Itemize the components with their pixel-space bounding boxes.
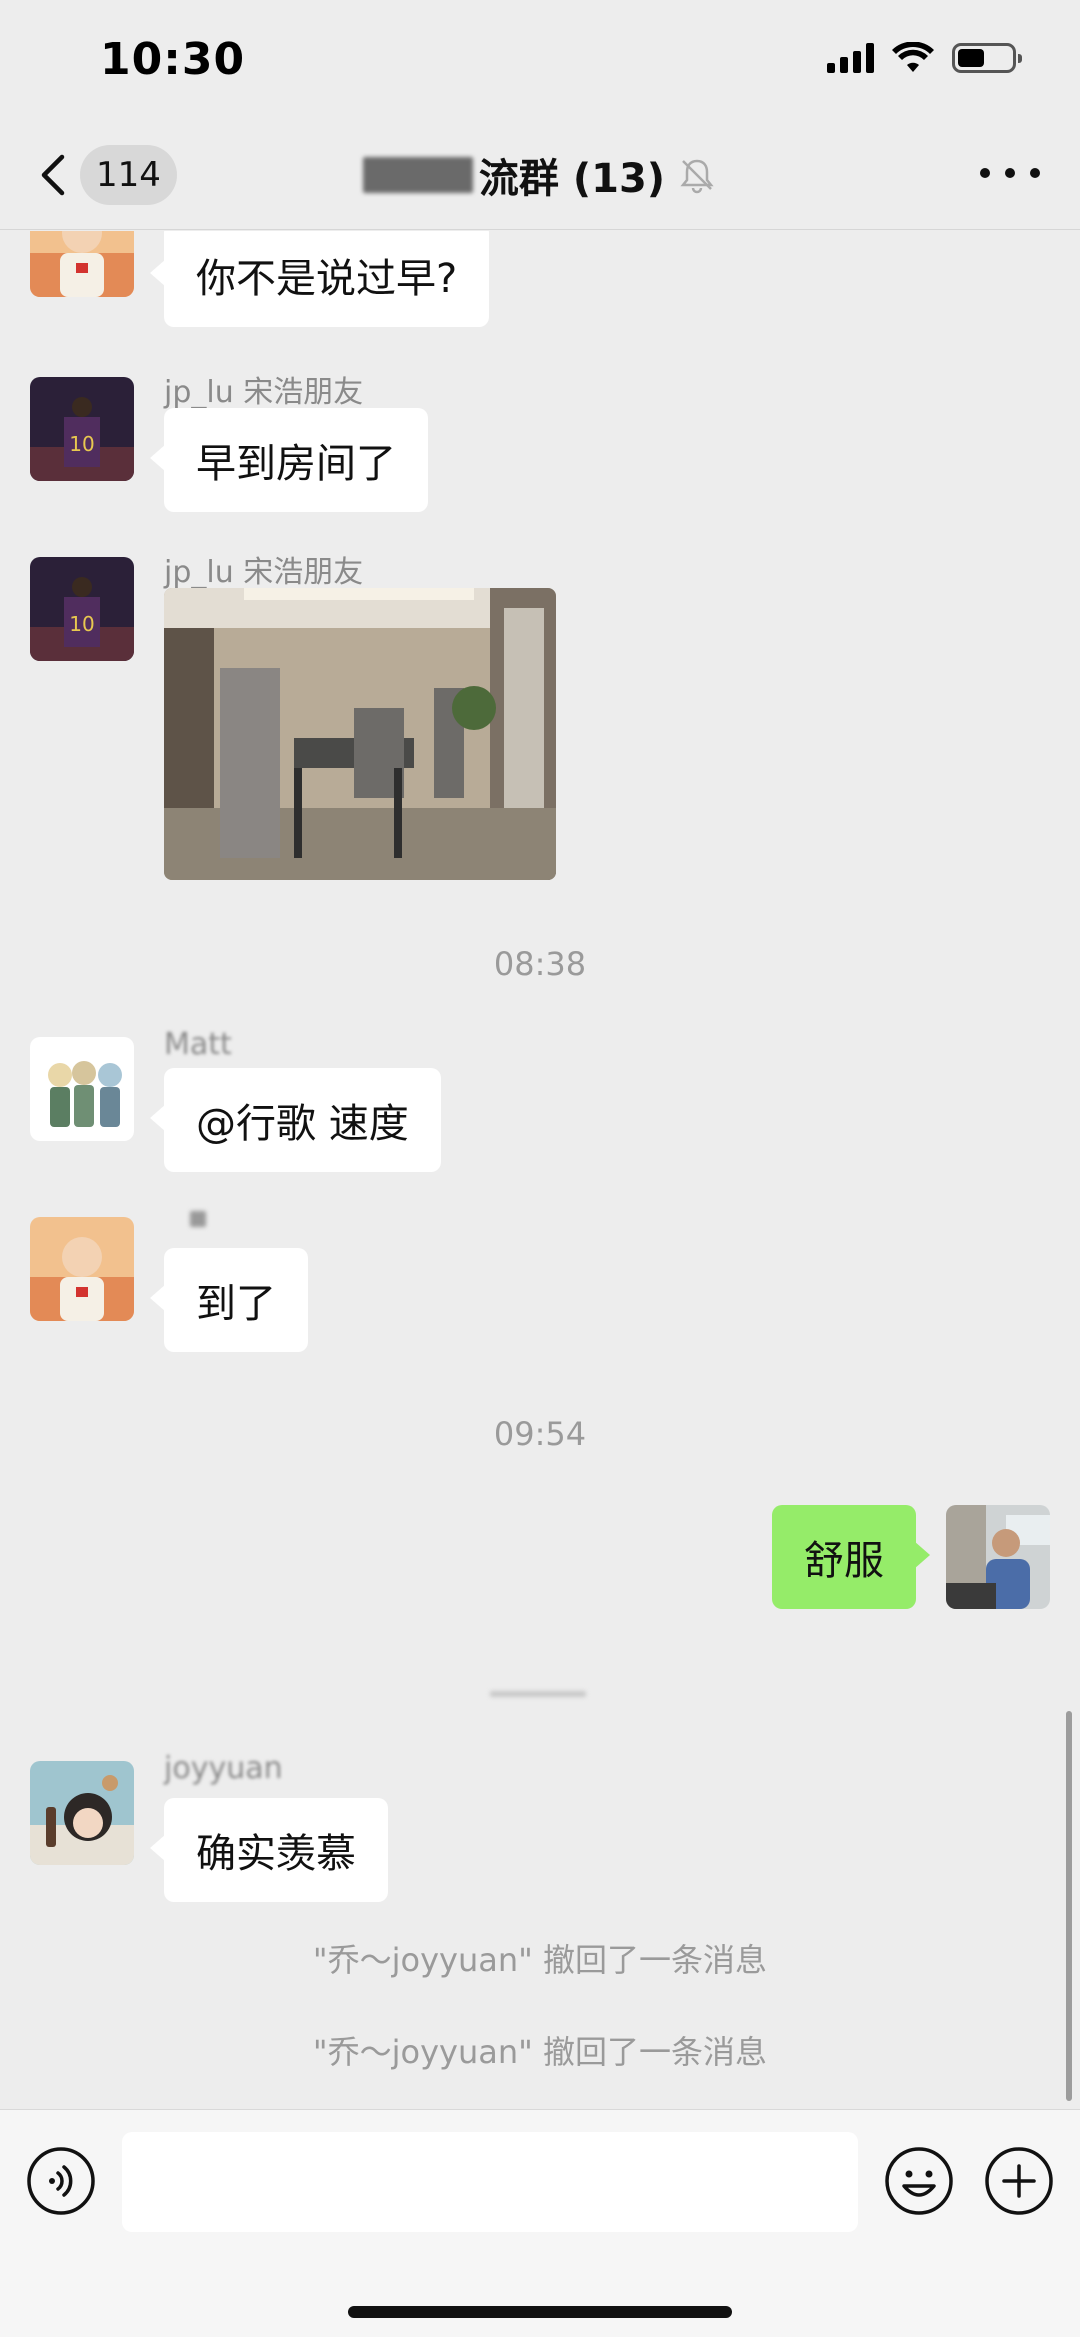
recall-notice: "乔～joyyuan" 撤回了一条消息 <box>312 1941 768 1979</box>
more-options-button[interactable] <box>980 148 1040 198</box>
avatar[interactable]: 10 <box>30 557 134 661</box>
dot <box>1030 168 1040 178</box>
my-message-bubble[interactable]: 舒服 <box>772 1505 930 1609</box>
chat-header: 114 流群 (13) <box>0 120 1080 230</box>
chat-title-text: 流群 (13) <box>478 156 666 202</box>
avatar[interactable] <box>30 231 134 297</box>
avatar[interactable]: 10 <box>30 377 134 481</box>
wifi-icon <box>892 42 934 72</box>
message-list[interactable]: 你不是说过早? 10 jp_lu 宋浩朋友 早到房间了 10 jp_lu 宋浩朋… <box>0 231 1080 2109</box>
message-bubble[interactable]: 到了 <box>150 1248 308 1352</box>
avatar[interactable] <box>30 1217 134 1321</box>
recall-notice: "乔～joyyuan" 撤回了一条消息 <box>312 2033 768 2071</box>
svg-text:10: 10 <box>69 612 94 636</box>
message-bubble[interactable]: 早到房间了 <box>150 408 428 512</box>
scrollbar[interactable] <box>1066 1711 1072 2101</box>
sender-name: joyyuan <box>164 1751 283 1786</box>
redacted-title-part <box>362 157 473 193</box>
timestamp: 08:38 <box>493 945 587 983</box>
avatar[interactable] <box>30 1761 134 1865</box>
battery-icon <box>952 43 1022 73</box>
ellipsis-icon <box>980 168 990 178</box>
home-indicator[interactable] <box>348 2306 732 2318</box>
sender-name: Matt <box>164 1027 232 1062</box>
status-time: 10:30 <box>100 34 246 85</box>
cellular-signal-icon <box>827 43 874 73</box>
image-message[interactable] <box>164 588 556 880</box>
input-bar <box>0 2109 1080 2337</box>
redacted-sender-name <box>190 1211 206 1227</box>
timestamp: 09:54 <box>493 1415 587 1453</box>
status-icons <box>827 42 1022 74</box>
voice-icon[interactable] <box>26 2146 96 2216</box>
emoji-icon[interactable] <box>884 2146 954 2216</box>
sender-name: jp_lu 宋浩朋友 <box>164 555 364 590</box>
my-avatar[interactable] <box>946 1505 1050 1609</box>
chat-title[interactable]: 流群 (13) <box>0 146 1080 204</box>
redacted-label <box>490 1691 586 1697</box>
plus-icon[interactable] <box>984 2146 1054 2216</box>
sender-name: jp_lu 宋浩朋友 <box>164 375 364 410</box>
dot <box>1005 168 1015 178</box>
message-bubble[interactable]: @行歌 速度 <box>150 1068 441 1172</box>
status-bar: 10:30 <box>0 0 1080 120</box>
bell-slash-icon <box>680 159 714 194</box>
message-input[interactable] <box>122 2132 858 2232</box>
avatar[interactable] <box>30 1037 134 1141</box>
message-bubble[interactable]: 你不是说过早? <box>149 231 490 327</box>
message-bubble[interactable]: 确实羡慕 <box>150 1798 388 1902</box>
svg-text:10: 10 <box>69 432 94 456</box>
